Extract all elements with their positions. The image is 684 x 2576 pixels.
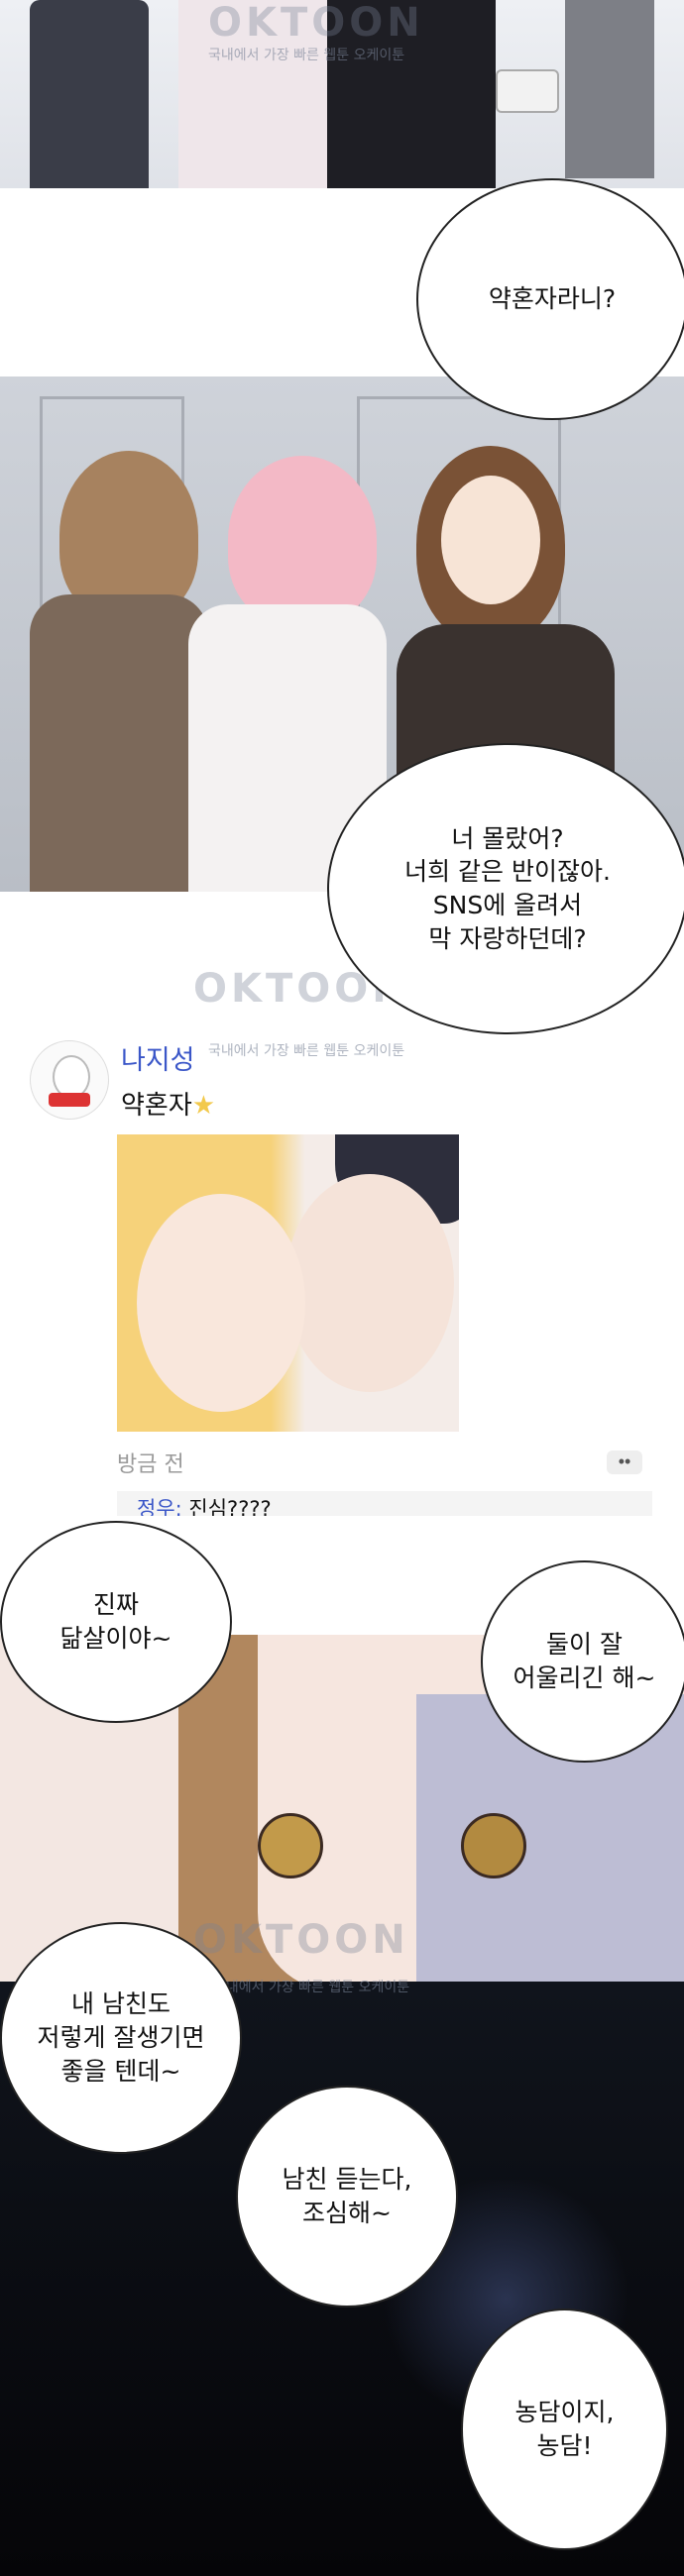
watermark-logo: OKTOON bbox=[193, 1917, 409, 1963]
watermark-text: 국내에서 가장 빠른 웹툰 오케이툰 bbox=[213, 1980, 410, 1995]
speech-bubble: 진짜 닮살이야~ bbox=[0, 1521, 232, 1723]
speech-bubble: 둘이 잘 어울리긴 해~ bbox=[481, 1560, 684, 1763]
comment-row: 정우: 진심???? bbox=[117, 1491, 652, 1516]
caption-text: 약혼자 bbox=[121, 1091, 192, 1121]
username[interactable]: 나지성 bbox=[121, 1038, 195, 1077]
speech-bubble: 남친 듣는다, 조심해~ bbox=[236, 2086, 458, 2308]
avatar[interactable] bbox=[30, 1040, 109, 1120]
speech-bubble: 농담이지, 농담! bbox=[461, 2308, 668, 2550]
more-dots-icon[interactable]: •• bbox=[607, 1450, 642, 1474]
girl-pink-hair-head bbox=[228, 456, 377, 624]
sns-post: 나지성 약혼자★ 방금 전 •• 정우: 진심???? bbox=[0, 1030, 684, 1516]
comment-text: 진심???? bbox=[188, 1497, 272, 1516]
comment-author[interactable]: 정우: bbox=[137, 1497, 182, 1516]
person-grey bbox=[565, 0, 654, 178]
post-image[interactable] bbox=[117, 1134, 459, 1432]
girl-face bbox=[441, 476, 540, 604]
left-eye bbox=[258, 1813, 323, 1878]
handbag bbox=[496, 69, 559, 113]
speech-bubble: 약혼자라니? bbox=[416, 178, 684, 420]
girl-brown-coat bbox=[30, 594, 208, 892]
star-icon: ★ bbox=[191, 1091, 216, 1121]
timestamp: 방금 전 bbox=[117, 1452, 184, 1477]
speech-bubble: 너 몰랐어? 너희 같은 반이잖아. SNS에 올려서 막 자랑하던데? bbox=[327, 743, 684, 1034]
caption: 약혼자★ bbox=[121, 1085, 215, 1122]
panel-crowd: OKTOON 국내에서 가장 빠른 웹툰 오케이툰 bbox=[0, 0, 684, 188]
watermark-logo: OKTOON bbox=[208, 0, 424, 46]
right-eye bbox=[461, 1813, 526, 1878]
person-coat bbox=[30, 0, 149, 188]
speech-bubble: 내 남친도 저렇게 잘생기면 좋을 텐데~ bbox=[0, 1922, 242, 2154]
watermark-text: 국내에서 가장 빠른 웹툰 오케이툰 bbox=[208, 48, 405, 63]
